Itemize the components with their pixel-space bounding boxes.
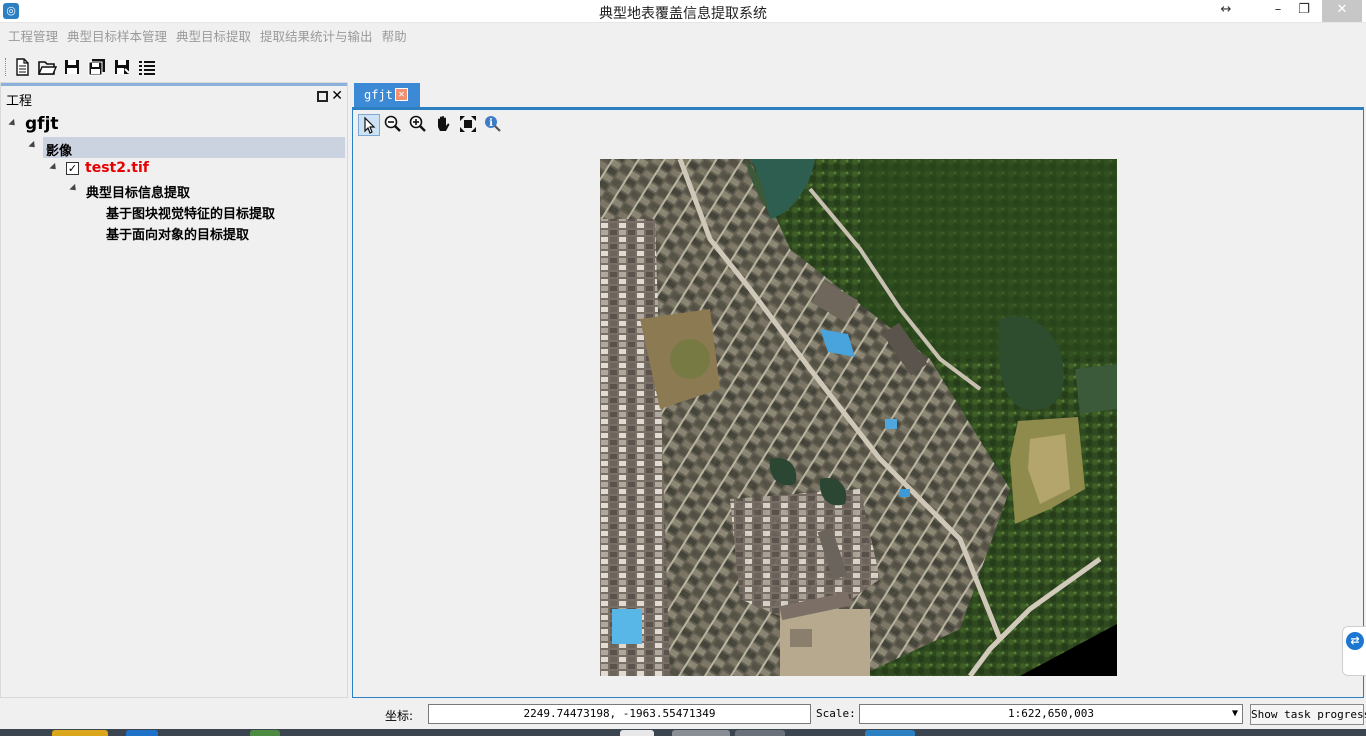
full-extent-icon[interactable] [458,114,480,136]
zoom-out-icon[interactable] [383,114,405,136]
save-all-icon[interactable] [87,57,107,77]
menu-help[interactable]: 帮助 [378,27,411,47]
taskbar-app-icon[interactable] [735,730,785,736]
taskbar-current-app-icon[interactable] [865,730,915,736]
scale-select[interactable]: 1:622,650,003 ▼ [859,704,1243,724]
taskbar-app-icon[interactable] [620,730,654,736]
tree-root-project[interactable]: gfjt [25,114,59,134]
list-icon[interactable] [137,57,157,77]
project-panel-header: 工程 ✕ [1,83,347,110]
menu-target-extraction[interactable]: 典型目标提取 [172,27,255,47]
tree-node-image-file[interactable]: test2.tif [85,160,149,176]
scale-label: Scale: [816,707,856,720]
new-file-icon[interactable] [12,57,32,77]
expand-triangle-icon[interactable] [69,183,79,194]
pan-hand-icon[interactable] [433,114,455,136]
tab-gfjt[interactable]: gfjt ✕ [354,83,420,108]
identify-icon[interactable]: i [483,114,505,136]
open-folder-icon[interactable] [37,57,58,77]
coordinate-label: 坐标: [385,709,414,723]
menu-bar: 工程管理 典型目标样本管理 典型目标提取 提取结果统计与输出 帮助 [0,27,1366,47]
tree-node-extraction[interactable]: 典型目标信息提取 [86,182,190,201]
float-panel-icon[interactable] [317,91,328,102]
zoom-in-icon[interactable] [408,114,430,136]
teamviewer-icon[interactable]: ⇄ [1346,632,1364,650]
tree-node-block-feature-method[interactable]: 基于图块视觉特征的目标提取 [106,203,275,222]
select-arrow-icon[interactable] [358,114,380,136]
close-tab-icon[interactable]: ✕ [395,88,408,101]
image-layer-checkbox[interactable]: ✓ [66,162,79,175]
taskbar-browser-icon[interactable] [126,730,158,736]
main-toolbar [0,55,1366,79]
scale-value: 1:622,650,003 [1007,707,1095,720]
satellite-image[interactable] [600,159,1117,676]
restore-button[interactable]: ❐ [1284,0,1324,22]
tree-node-imagery[interactable]: 影像 [46,140,72,159]
title-bar: ◎ 典型地表覆盖信息提取系统 ↔ – ❐ ✕ [0,0,1366,23]
svg-text:i: i [489,118,493,129]
tree-selected-row [43,137,345,158]
window-title: 典型地表覆盖信息提取系统 [599,6,767,22]
resize-icon[interactable]: ↔ [1206,0,1246,22]
menu-sample-management[interactable]: 典型目标样本管理 [63,27,171,47]
taskbar-app-icon[interactable] [672,730,730,736]
toolbar-grip[interactable] [5,58,9,76]
menu-statistics-output[interactable]: 提取结果统计与输出 [256,27,377,47]
expand-triangle-icon[interactable] [49,162,59,173]
taskbar-folder-icon[interactable] [52,730,108,736]
coordinate-field[interactable]: 2249.74473198, -1963.55471349 [428,704,811,724]
remote-support-widget[interactable]: ⇄ [1342,626,1366,676]
map-view[interactable]: i [352,107,1364,698]
save-as-icon[interactable] [112,57,132,77]
taskbar-app-icon[interactable] [250,730,280,736]
project-panel: 工程 ✕ gfjt 影像 ✓ test2.tif 典型目标信息提取 基于图块视觉… [0,82,348,698]
status-bar: 坐标: 2249.74473198, -1963.55471349 Scale:… [0,700,1366,728]
expand-triangle-icon[interactable] [28,140,38,151]
project-panel-title: 工程 [6,94,33,109]
chevron-down-icon[interactable]: ▼ [1232,705,1238,723]
save-icon[interactable] [62,57,82,77]
expand-triangle-icon[interactable] [8,118,18,129]
map-tab-strip: gfjt ✕ [352,82,1366,108]
show-task-progress-button[interactable]: Show task progress [1250,704,1366,725]
tab-label: gfjt [364,88,393,102]
os-taskbar [0,729,1366,736]
menu-project-management[interactable]: 工程管理 [4,27,62,47]
tree-node-object-oriented-method[interactable]: 基于面向对象的目标提取 [106,224,249,243]
close-panel-icon[interactable]: ✕ [331,88,343,104]
close-button[interactable]: ✕ [1322,0,1362,22]
